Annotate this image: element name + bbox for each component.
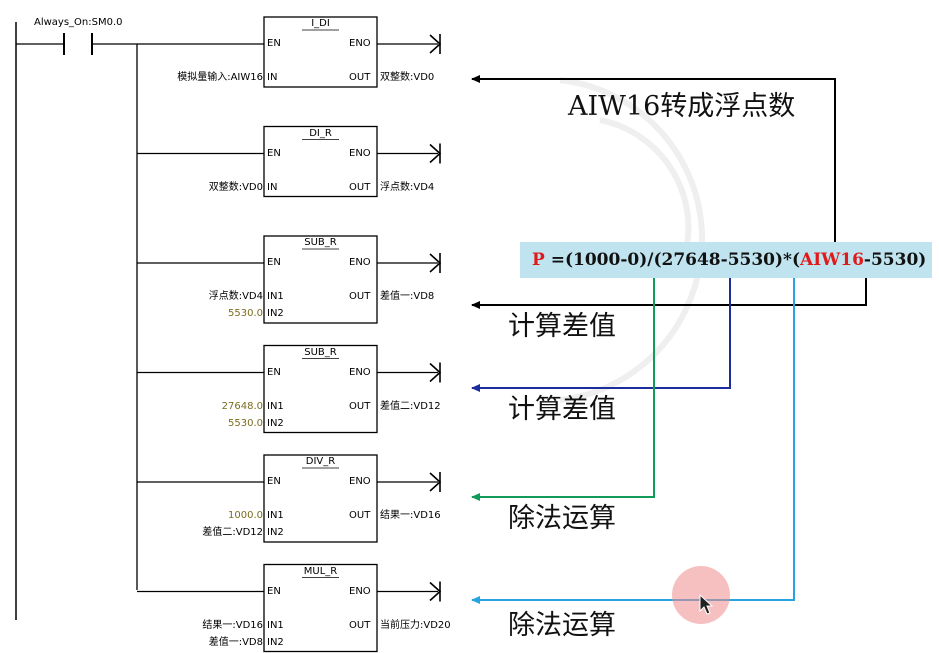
pin-eno: ENO [349, 585, 371, 597]
arrow-diff-one [471, 278, 867, 309]
operand-in2: 5530.0 [228, 417, 263, 429]
pin-out: OUT [349, 72, 371, 83]
operand-in1: 结果一:VD16 [202, 619, 263, 631]
pin-in2: IN2 [267, 417, 284, 429]
pin-in1: IN1 [267, 619, 284, 631]
pin-out: OUT [349, 181, 371, 193]
pin-eno: ENO [349, 366, 371, 378]
operand-in1: 浮点数:VD4 [208, 291, 263, 302]
operand-out: 当前压力:VD20 [380, 619, 451, 631]
pin-in1: IN1 [267, 291, 284, 302]
operand-out: 差值二:VD12 [380, 400, 441, 412]
operand-out: 结果一:VD16 [380, 510, 441, 521]
operand-in2: 差值一:VD8 [208, 636, 263, 648]
pin-in1: IN1 [267, 400, 284, 412]
pin-in2: IN2 [267, 636, 284, 648]
block-title: MUL_R [303, 565, 338, 577]
scaling-formula: P =(1000-0)/(27648-5530)*(AIW16-5530) [520, 242, 932, 278]
pin-in1: IN [267, 72, 278, 83]
pin-eno: ENO [349, 257, 371, 268]
operand-out: 浮点数:VD4 [380, 181, 435, 193]
block-title: I_DI [311, 18, 330, 29]
cursor-highlight [672, 566, 730, 624]
watermark [559, 77, 706, 403]
contact-label: Always_On:SM0.0 [34, 17, 123, 28]
operand-in1: 27648.0 [221, 400, 263, 412]
formula-aiw: AIW16 [800, 250, 864, 270]
formula-p: P [532, 250, 545, 270]
annotation-div-two: 除法运算 [508, 610, 616, 641]
pin-en: EN [267, 585, 281, 597]
pin-out: OUT [349, 510, 371, 521]
pin-eno: ENO [349, 476, 371, 487]
formula-part2: -5530) [863, 250, 927, 270]
pin-in1: IN [267, 181, 278, 193]
operand-out: 双整数:VD0 [380, 72, 435, 83]
pin-en: EN [267, 38, 281, 49]
annotation-diff-two: 计算差值 [508, 394, 616, 425]
ladder-diagram: Always_On:SM0.0 I_DI EN ENO IN OUT 模拟量输入:AIW1… [0, 0, 939, 653]
pin-en: EN [267, 257, 281, 268]
operand-in1: 模拟量输入:AIW16 [177, 72, 263, 83]
pin-out: OUT [349, 619, 371, 631]
block-title: SUB_R [304, 237, 337, 248]
pin-out: OUT [349, 400, 371, 412]
mouse-pointer-icon [699, 594, 714, 615]
pin-eno: ENO [349, 147, 371, 159]
block-title: SUB_R [304, 346, 337, 358]
operand-in2: 5530.0 [228, 308, 263, 319]
block-title: DI_R [309, 127, 332, 139]
operand-out: 差值一:VD8 [380, 291, 435, 302]
operand-in1: 双整数:VD0 [208, 181, 263, 193]
operand-in2: 差值二:VD12 [202, 527, 263, 538]
pin-en: EN [267, 366, 281, 378]
annotation-diff-one: 计算差值 [508, 311, 616, 342]
block-title: DIV_R [305, 456, 336, 467]
ladder-wiring [15, 16, 867, 653]
pin-out: OUT [349, 291, 371, 302]
pin-en: EN [267, 147, 281, 159]
annotation-aiw16: AIW16转成浮点数 [568, 91, 796, 122]
formula-part1: =(1000-0)/(27648-5530)*( [544, 250, 800, 270]
pin-en: EN [267, 476, 281, 487]
contact-symbol [63, 33, 93, 55]
pin-in1: IN1 [267, 510, 284, 521]
annotation-div-one: 除法运算 [508, 503, 616, 534]
operand-in1: 1000.0 [228, 510, 263, 521]
pin-eno: ENO [349, 38, 371, 49]
pin-in2: IN2 [267, 527, 284, 538]
pin-in2: IN2 [267, 308, 284, 319]
